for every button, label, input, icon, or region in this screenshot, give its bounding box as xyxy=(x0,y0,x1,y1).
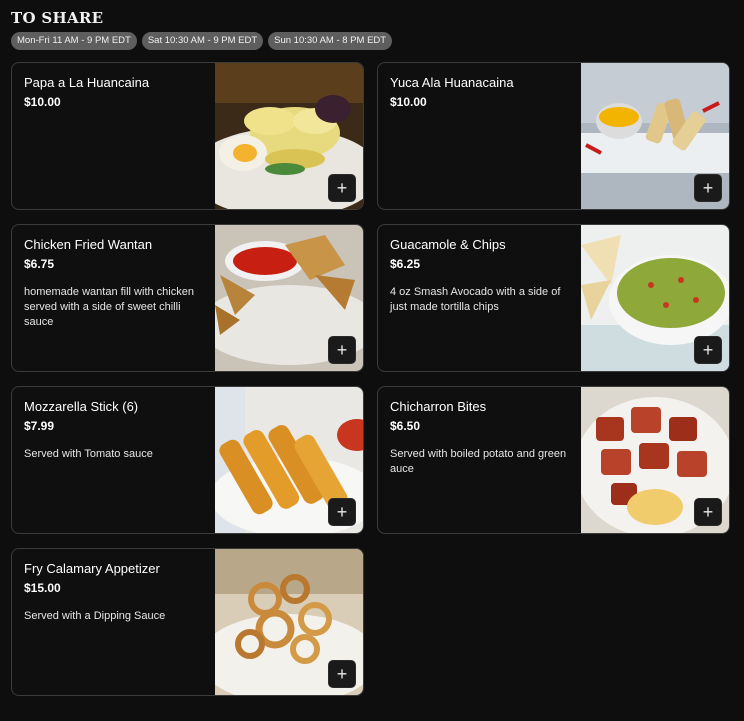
hours-list: Mon-Fri 11 AM - 9 PM EDT Sat 10:30 AM - … xyxy=(11,32,393,50)
hours-pill: Sun 10:30 AM - 8 PM EDT xyxy=(268,32,393,50)
menu-item-card[interactable]: Chicharron Bites $6.50 Served with boile… xyxy=(377,386,730,534)
menu-item-card[interactable]: Guacamole & Chips $6.25 4 oz Smash Avoca… xyxy=(377,224,730,372)
item-price: $7.99 xyxy=(24,419,55,433)
item-description: homemade wantan fill with chicken served… xyxy=(24,286,194,328)
item-price: $10.00 xyxy=(390,95,427,109)
add-to-cart-button[interactable]: + xyxy=(328,660,356,688)
plus-icon: + xyxy=(702,178,714,198)
item-price: $10.00 xyxy=(24,95,61,109)
item-name: Mozzarella Stick (6) xyxy=(24,399,139,414)
section-title: TO SHARE xyxy=(11,9,104,27)
item-name: Yuca Ala Huanacaina xyxy=(390,75,514,90)
plus-icon: + xyxy=(336,664,348,684)
item-price: $6.25 xyxy=(390,257,421,271)
menu-item-card[interactable]: Chicken Fried Wantan $6.75 homemade want… xyxy=(11,224,364,372)
item-name: Fry Calamary Appetizer xyxy=(24,561,160,576)
menu-item-card[interactable]: Papa a La Huancaina $10.00 + xyxy=(11,62,364,210)
item-name: Chicken Fried Wantan xyxy=(24,237,153,252)
menu-item-card[interactable]: Yuca Ala Huanacaina $10.00 + xyxy=(377,62,730,210)
add-to-cart-button[interactable]: + xyxy=(694,336,722,364)
item-price: $15.00 xyxy=(24,581,61,595)
menu-item-card[interactable]: Fry Calamary Appetizer $15.00 Served wit… xyxy=(11,548,364,696)
add-to-cart-button[interactable]: + xyxy=(328,174,356,202)
hours-pill: Sat 10:30 AM - 9 PM EDT xyxy=(141,32,264,50)
plus-icon: + xyxy=(702,502,714,522)
item-description: 4 oz Smash Avocado with a side of just m… xyxy=(390,286,561,313)
plus-icon: + xyxy=(336,178,348,198)
item-description: Served with Tomato sauce xyxy=(24,448,153,460)
plus-icon: + xyxy=(336,502,348,522)
item-price: $6.50 xyxy=(390,419,421,433)
add-to-cart-button[interactable]: + xyxy=(694,174,722,202)
add-to-cart-button[interactable]: + xyxy=(328,498,356,526)
add-to-cart-button[interactable]: + xyxy=(694,498,722,526)
plus-icon: + xyxy=(336,340,348,360)
hours-pill: Mon-Fri 11 AM - 9 PM EDT xyxy=(11,32,137,50)
add-to-cart-button[interactable]: + xyxy=(328,336,356,364)
menu-item-card[interactable]: Mozzarella Stick (6) $7.99 Served with T… xyxy=(11,386,364,534)
item-price: $6.75 xyxy=(24,257,55,271)
item-name: Papa a La Huancaina xyxy=(24,75,150,90)
item-name: Guacamole & Chips xyxy=(390,237,506,252)
plus-icon: + xyxy=(702,340,714,360)
item-name: Chicharron Bites xyxy=(390,399,487,414)
item-description: Served with a Dipping Sauce xyxy=(24,610,166,622)
item-description: Served with boiled potato and green auce xyxy=(390,448,567,475)
